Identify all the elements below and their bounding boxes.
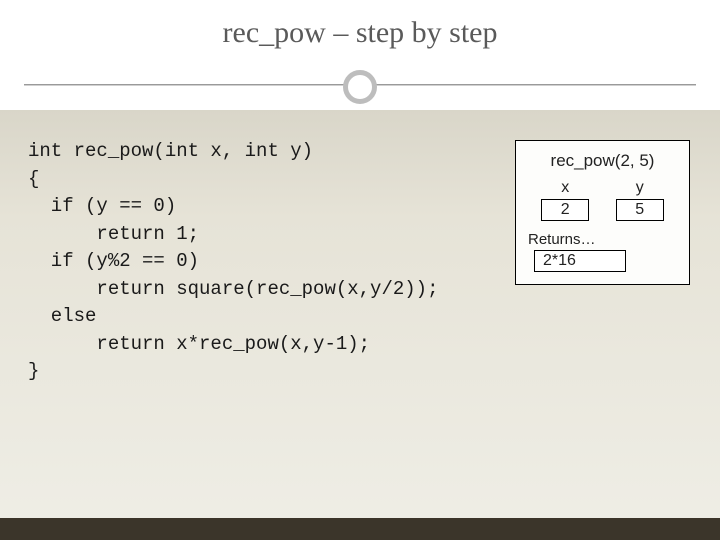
returns-value: 2*16 [534,250,626,272]
ring-decoration [343,70,377,104]
trace-call: rec_pow(2, 5) [528,151,677,171]
var-x-value: 2 [541,199,589,221]
trace-panel: rec_pow(2, 5) x 2 y 5 Returns… 2*16 [515,140,690,285]
content-area: int rec_pow(int x, int y) { if (y == 0) … [0,110,720,540]
var-x-label: x [561,179,569,197]
code-block: int rec_pow(int x, int y) { if (y == 0) … [28,138,438,386]
returns-label: Returns… [528,231,677,248]
footer-bar [0,518,720,540]
var-x: x 2 [541,179,589,221]
slide: rec_pow – step by step int rec_pow(int x… [0,0,720,540]
title-area: rec_pow – step by step [0,0,720,110]
var-y-label: y [636,179,644,197]
slide-title: rec_pow – step by step [0,0,720,50]
var-y-value: 5 [616,199,664,221]
trace-vars: x 2 y 5 [528,179,677,221]
var-y: y 5 [616,179,664,221]
